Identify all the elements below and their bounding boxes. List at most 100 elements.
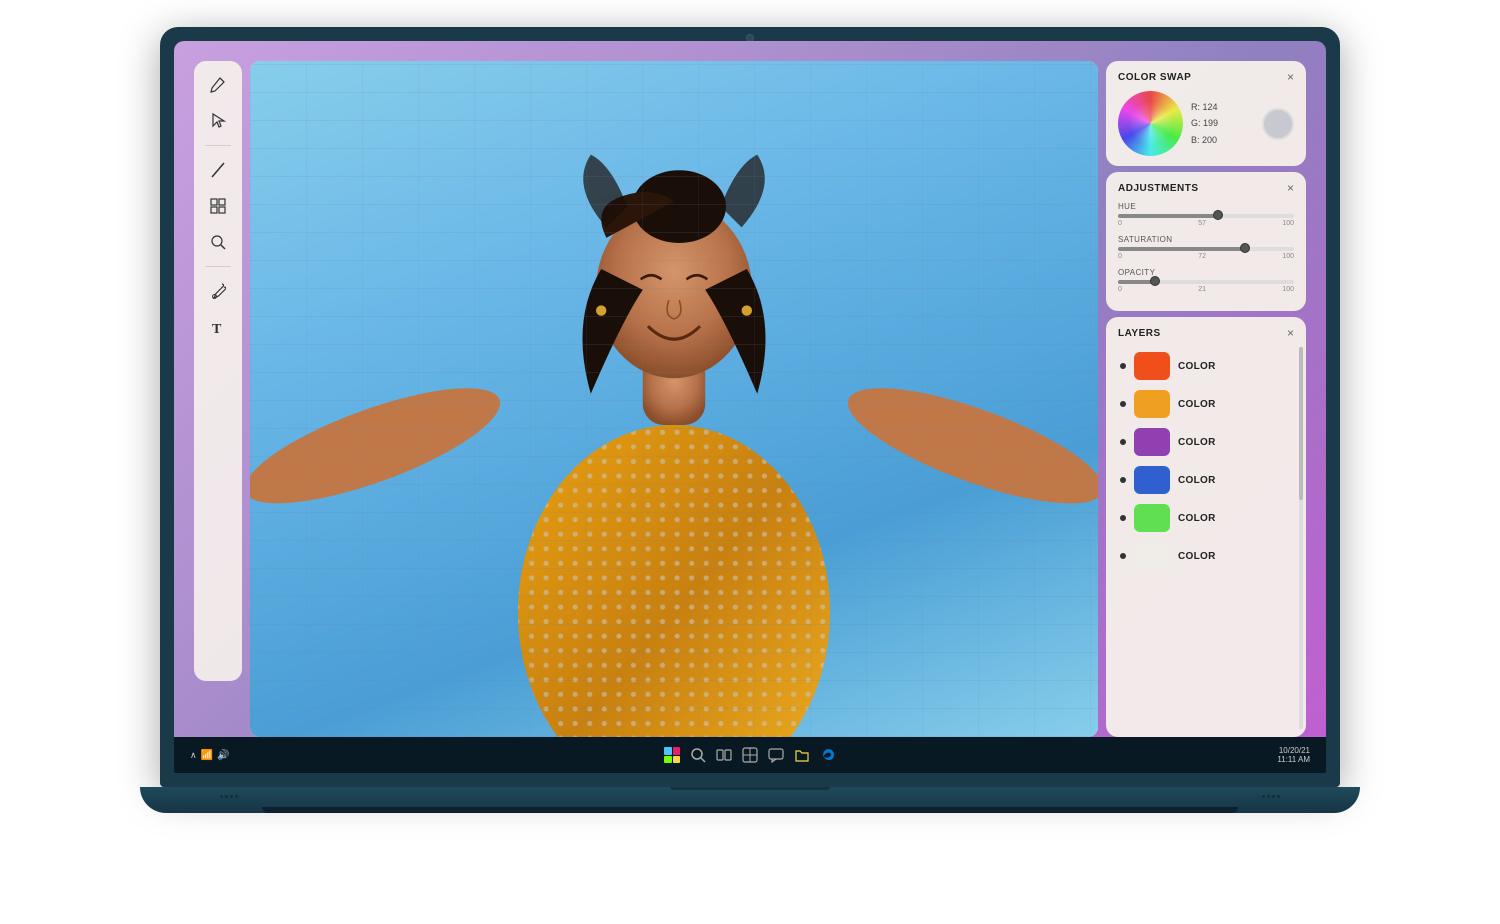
color-preview-swatch[interactable] [1262,108,1294,140]
hinge-line [670,787,830,790]
speaker-left [220,795,238,798]
hue-track[interactable] [1118,214,1294,218]
zoom-tool[interactable] [204,228,232,256]
speaker-dot [1272,795,1275,798]
hue-slider-group: HUE 0 57 100 [1118,202,1294,227]
adjustments-close[interactable]: × [1287,182,1294,194]
layer-label-4: COLOR [1178,513,1216,524]
layer-item-3[interactable]: COLOR [1118,461,1294,499]
volume-icon[interactable]: 🔊 [217,750,229,761]
color-swap-title: COLOR SWAP [1118,72,1191,83]
layer-bullet-5 [1120,553,1126,559]
saturation-label: SATURATION [1118,235,1294,244]
saturation-numbers: 0 72 100 [1118,253,1294,260]
win-quad-br [673,756,681,764]
layer-item-2[interactable]: COLOR [1118,423,1294,461]
tool-divider-1 [205,145,231,146]
layer-label-3: COLOR [1178,475,1216,486]
layer-label-1: COLOR [1178,399,1216,410]
opacity-thumb [1150,276,1160,286]
line-tool[interactable] [204,156,232,184]
speaker-dot [1277,795,1280,798]
speaker-dot [230,795,233,798]
selection-tool[interactable] [204,107,232,135]
taskbar-file-explorer[interactable] [793,746,811,764]
hue-numbers: 0 57 100 [1118,220,1294,227]
layer-bullet-4 [1120,515,1126,521]
speaker-dot [235,795,238,798]
windows-logo [664,747,680,763]
color-swap-panel: COLOR SWAP × R: 124 G: 199 B: 200 [1106,61,1306,166]
hue-thumb [1213,210,1223,220]
screen-content: T [174,41,1326,737]
opacity-slider-group: OPACITY 0 21 100 [1118,268,1294,293]
taskbar: ∧ 📶 🔊 [174,737,1326,773]
app-window: T [194,61,1306,737]
opacity-track[interactable] [1118,280,1294,284]
type-tool[interactable]: T [204,313,232,341]
wifi-icon[interactable]: 📶 [201,750,213,761]
layers-scrollbar[interactable] [1299,347,1303,729]
layer-label-5: COLOR [1178,551,1216,562]
speaker-dot [220,795,223,798]
taskbar-search-button[interactable] [689,746,707,764]
layer-item-4[interactable]: COLOR [1118,499,1294,537]
layers-title: LAYERS [1118,328,1161,339]
taskbar-center [663,746,837,764]
saturation-slider-group: SATURATION 0 72 100 [1118,235,1294,260]
saturation-track[interactable] [1118,247,1294,251]
screen-lid: T [160,27,1340,787]
layer-color-swatch-0 [1134,352,1170,380]
taskbar-chat[interactable] [767,746,785,764]
layer-color-swatch-3 [1134,466,1170,494]
layers-list: COLOR COLOR COLOR COLOR COLOR COLOR [1118,347,1294,575]
laptop: T [100,27,1400,897]
layer-color-swatch-4 [1134,504,1170,532]
taskbar-edge[interactable] [819,746,837,764]
layer-bullet-3 [1120,477,1126,483]
opacity-label: OPACITY [1118,268,1294,277]
pen-tool[interactable] [204,71,232,99]
b-value: B: 200 [1191,132,1254,148]
layer-item-0[interactable]: COLOR [1118,347,1294,385]
layer-bullet-1 [1120,401,1126,407]
brick-texture [250,61,1098,737]
speaker-dot [1267,795,1270,798]
adjustments-panel: ADJUSTMENTS × HUE [1106,172,1306,311]
layers-header: LAYERS × [1118,327,1294,339]
layer-color-swatch-1 [1134,390,1170,418]
chevron-up-icon[interactable]: ∧ [190,750,197,761]
grid-tool[interactable] [204,192,232,220]
canvas-image [250,61,1098,737]
taskbar-widgets[interactable] [741,746,759,764]
layer-item-1[interactable]: COLOR [1118,385,1294,423]
hue-fill [1118,214,1218,218]
speaker-right [1262,795,1280,798]
canvas-area[interactable] [250,61,1098,737]
layers-close[interactable]: × [1287,327,1294,339]
r-value: R: 124 [1191,99,1254,115]
layers-scrollbar-thumb [1299,347,1303,500]
layer-label-2: COLOR [1178,437,1216,448]
layer-color-swatch-5 [1134,542,1170,570]
laptop-base [140,787,1360,813]
toolbar-panel: T [194,61,242,681]
screen-bezel: T [174,41,1326,773]
win-quad-bl [664,756,672,764]
layer-item-5[interactable]: COLOR [1118,537,1294,575]
layers-panel: LAYERS × COLOR COLOR COLOR COLOR [1106,317,1306,737]
taskbar-task-view[interactable] [715,746,733,764]
taskbar-datetime[interactable]: 10/20/21 11:11 AM [1277,746,1310,764]
speaker-dot [1262,795,1265,798]
color-swap-close[interactable]: × [1287,71,1294,83]
adjustments-title: ADJUSTMENTS [1118,183,1199,194]
eyedropper-tool[interactable] [204,277,232,305]
layer-bullet-0 [1120,363,1126,369]
win-quad-tr [673,747,681,755]
windows-start-button[interactable] [663,746,681,764]
layer-color-swatch-2 [1134,428,1170,456]
color-wheel[interactable] [1118,91,1183,156]
svg-text:T: T [212,322,222,336]
color-swap-header: COLOR SWAP × [1118,71,1294,83]
color-picker-area: R: 124 G: 199 B: 200 [1118,91,1294,156]
